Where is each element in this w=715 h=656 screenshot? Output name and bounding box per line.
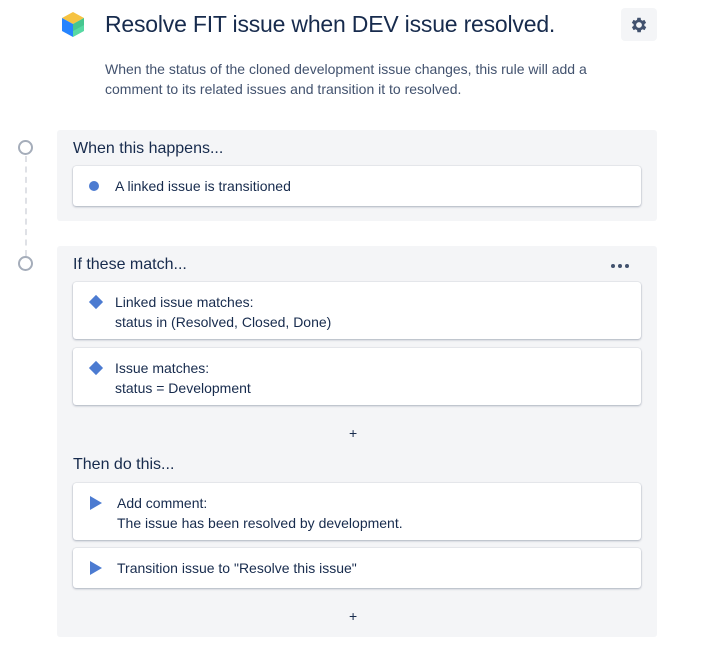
action-line1: Add comment: [117, 495, 208, 511]
page-title: Resolve FIT issue when DEV issue resolve… [105, 11, 556, 37]
condition-line2: status = Development [115, 380, 251, 396]
action-play-icon [90, 561, 102, 575]
trigger-card[interactable]: A linked issue is transitioned [73, 166, 641, 206]
condition-diamond-icon [88, 360, 104, 376]
rule-description: When the status of the cloned developmen… [105, 61, 587, 97]
timeline-dot-trigger [18, 140, 33, 155]
more-icon-dot [625, 264, 629, 268]
trigger-section: When this happens... A linked issue is t… [57, 130, 657, 221]
condition-action-section: If these match... Linked issue matches: … [57, 246, 657, 637]
trigger-dot-icon [89, 181, 99, 191]
automation-cube-icon [57, 9, 89, 41]
trigger-section-title: When this happens... [73, 140, 224, 157]
action-section-title: Then do this... [73, 456, 175, 473]
add-condition-button[interactable]: + [349, 426, 357, 440]
timeline-dot-condition [18, 256, 33, 271]
condition-diamond-icon [88, 294, 104, 310]
more-icon-dot [618, 264, 622, 268]
condition-section-title: If these match... [73, 256, 187, 273]
condition-line1: Issue matches: [115, 360, 210, 376]
condition-card[interactable]: Linked issue matches: status in (Resolve… [73, 282, 641, 339]
add-action-button[interactable]: + [349, 609, 357, 623]
action-line1: Transition issue to "Resolve this issue" [117, 560, 357, 576]
more-icon [611, 264, 615, 268]
condition-card[interactable]: Issue matches: status = Development [73, 348, 641, 405]
timeline-connector [25, 156, 27, 256]
gear-icon [631, 17, 647, 32]
action-play-icon [90, 496, 102, 510]
more-button[interactable] [611, 262, 633, 270]
trigger-text: A linked issue is transitioned [115, 178, 291, 194]
condition-line2: status in (Resolved, Closed, Done) [115, 314, 332, 330]
action-line2: The issue has been resolved by developme… [117, 515, 403, 531]
action-card[interactable]: Transition issue to "Resolve this issue" [73, 548, 641, 588]
settings-button[interactable] [621, 8, 657, 41]
action-card[interactable]: Add comment: The issue has been resolved… [73, 483, 641, 540]
condition-line1: Linked issue matches: [115, 294, 254, 310]
